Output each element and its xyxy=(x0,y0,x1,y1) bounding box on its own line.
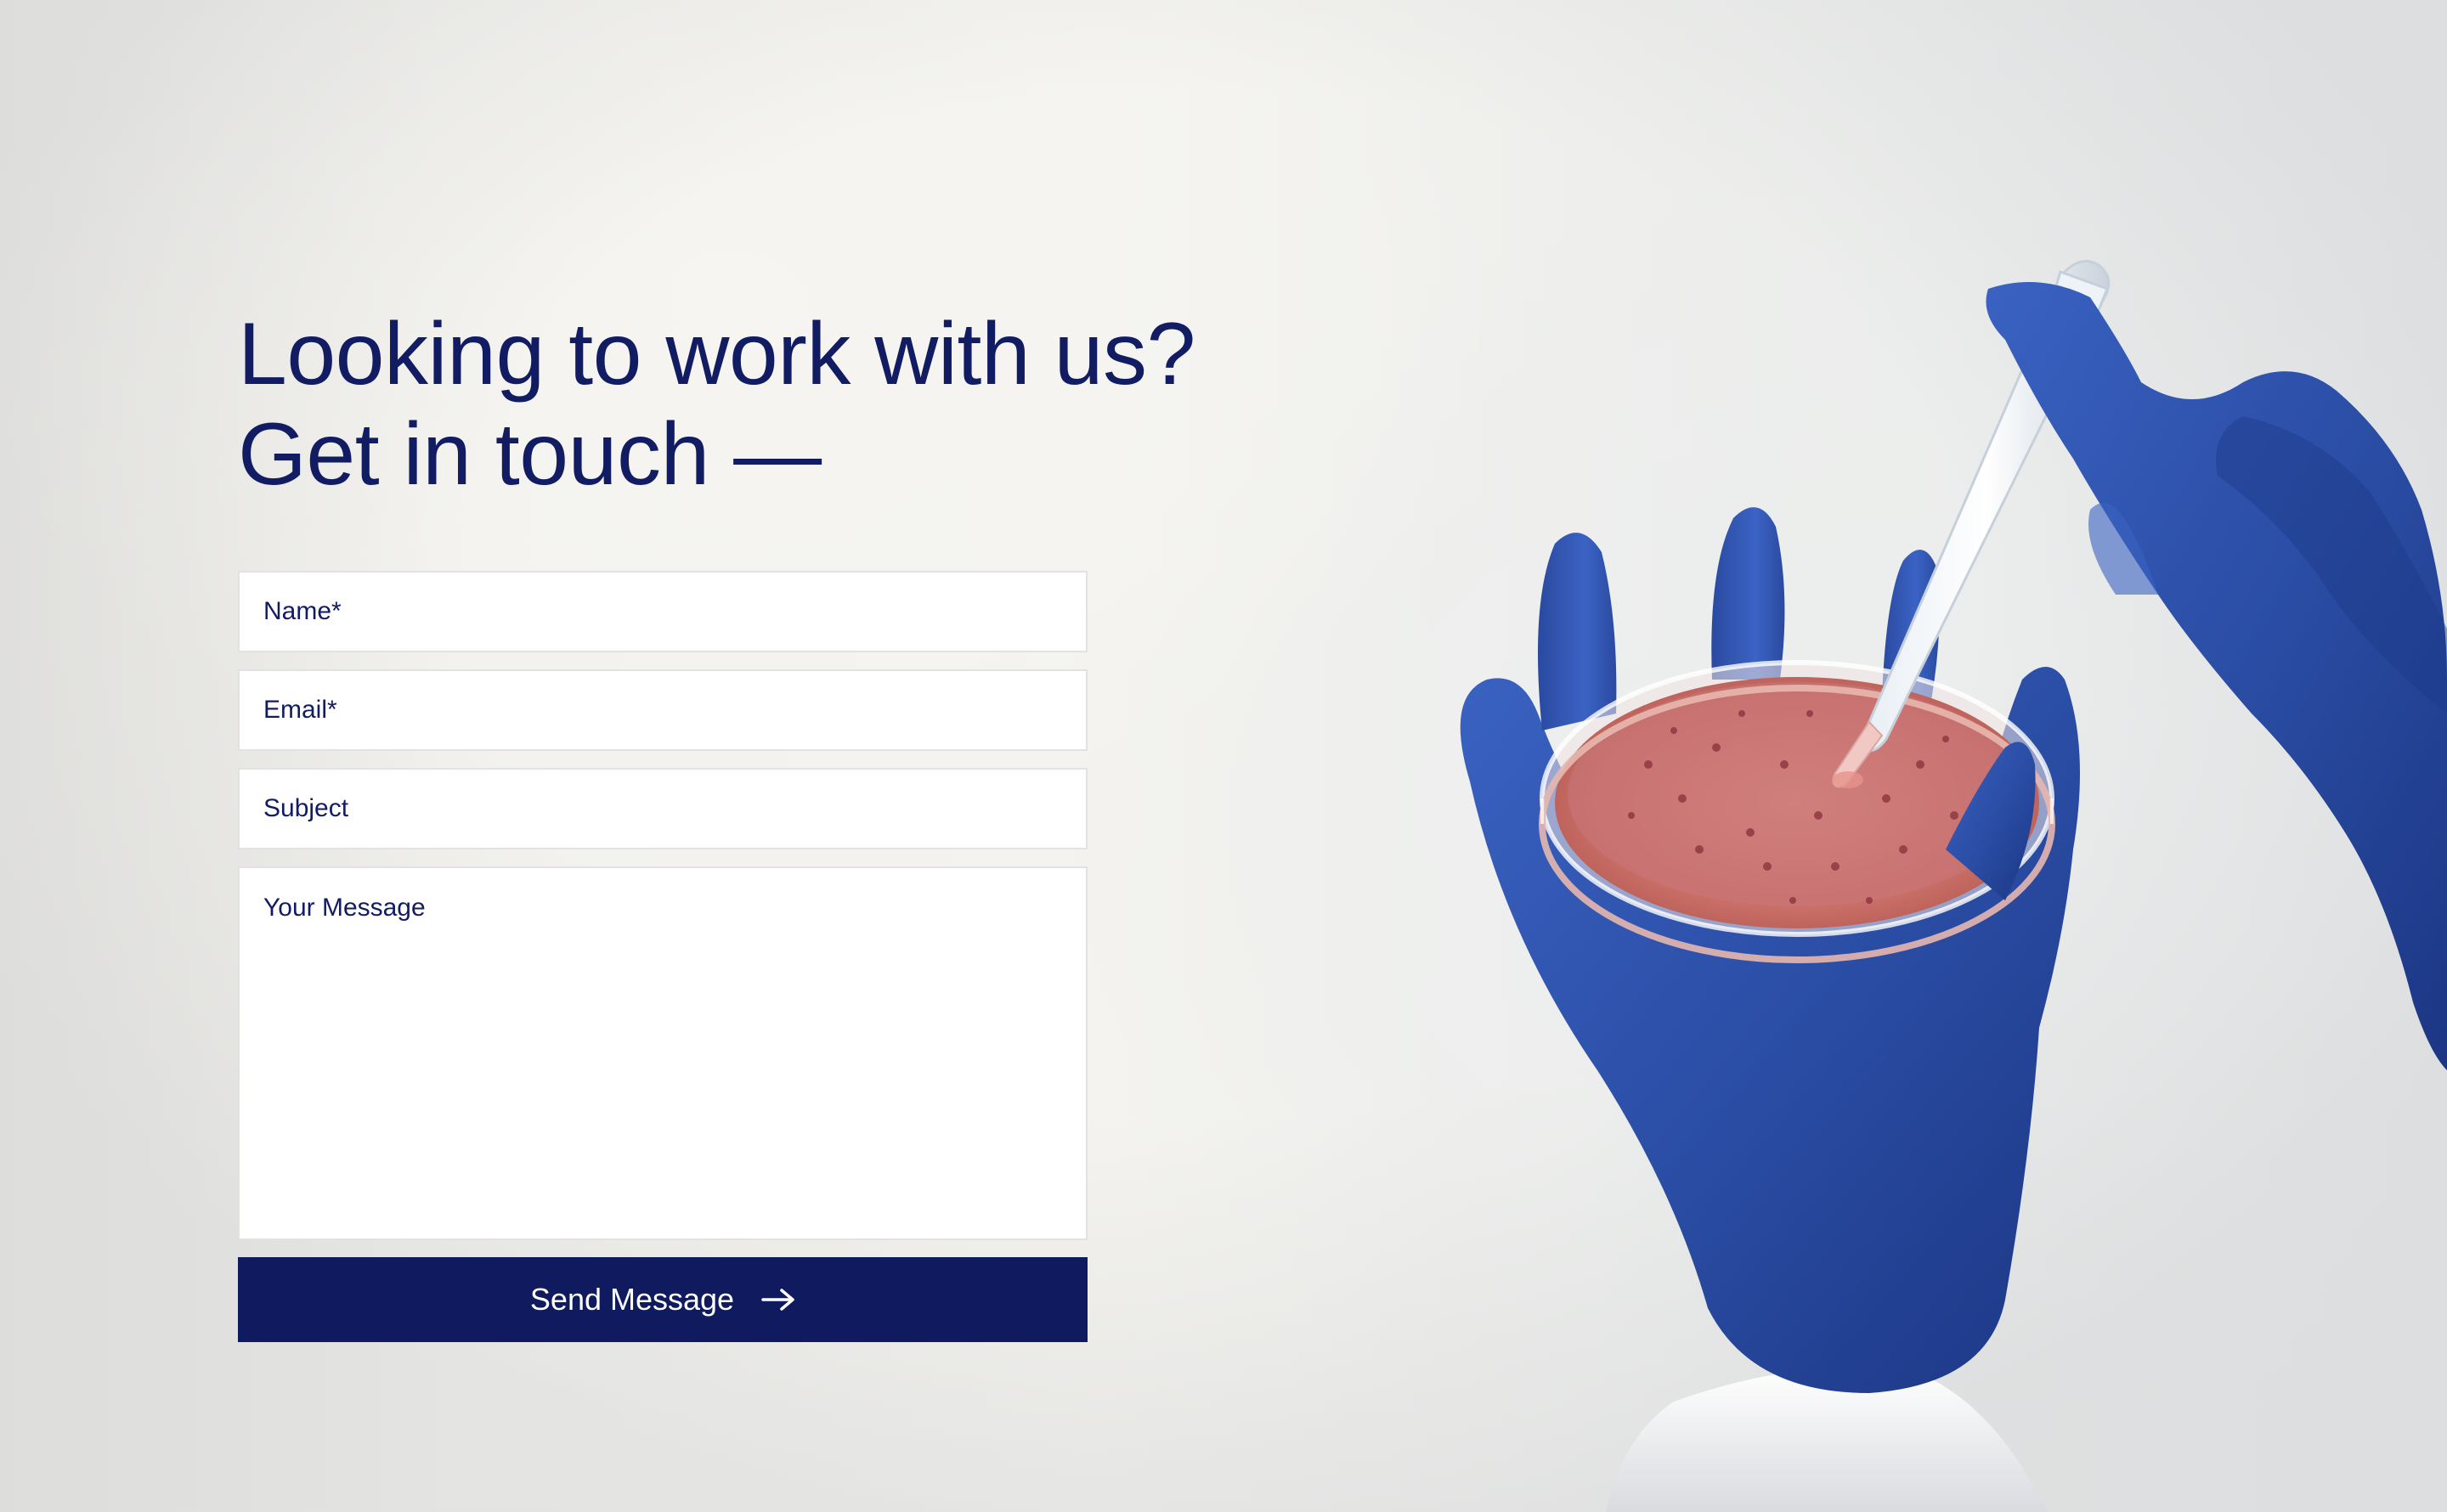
subject-field[interactable] xyxy=(238,768,1088,849)
message-field[interactable] xyxy=(238,866,1088,1240)
lab-hands-petri-dish-image xyxy=(1460,260,2447,1512)
heading-line-1: Looking to work with us? xyxy=(238,305,1195,403)
send-message-button[interactable]: Send Message xyxy=(238,1257,1088,1342)
contact-heading: Looking to work with us? Get in touch — xyxy=(238,304,1195,505)
contact-form: Send Message xyxy=(238,571,1088,1342)
send-message-label: Send Message xyxy=(529,1282,735,1317)
name-field[interactable] xyxy=(238,571,1088,652)
email-field[interactable] xyxy=(238,669,1088,751)
arrow-right-icon xyxy=(761,1288,795,1312)
contact-page: Looking to work with us? Get in touch — … xyxy=(0,0,2447,1512)
heading-line-2: Get in touch — xyxy=(238,405,822,504)
